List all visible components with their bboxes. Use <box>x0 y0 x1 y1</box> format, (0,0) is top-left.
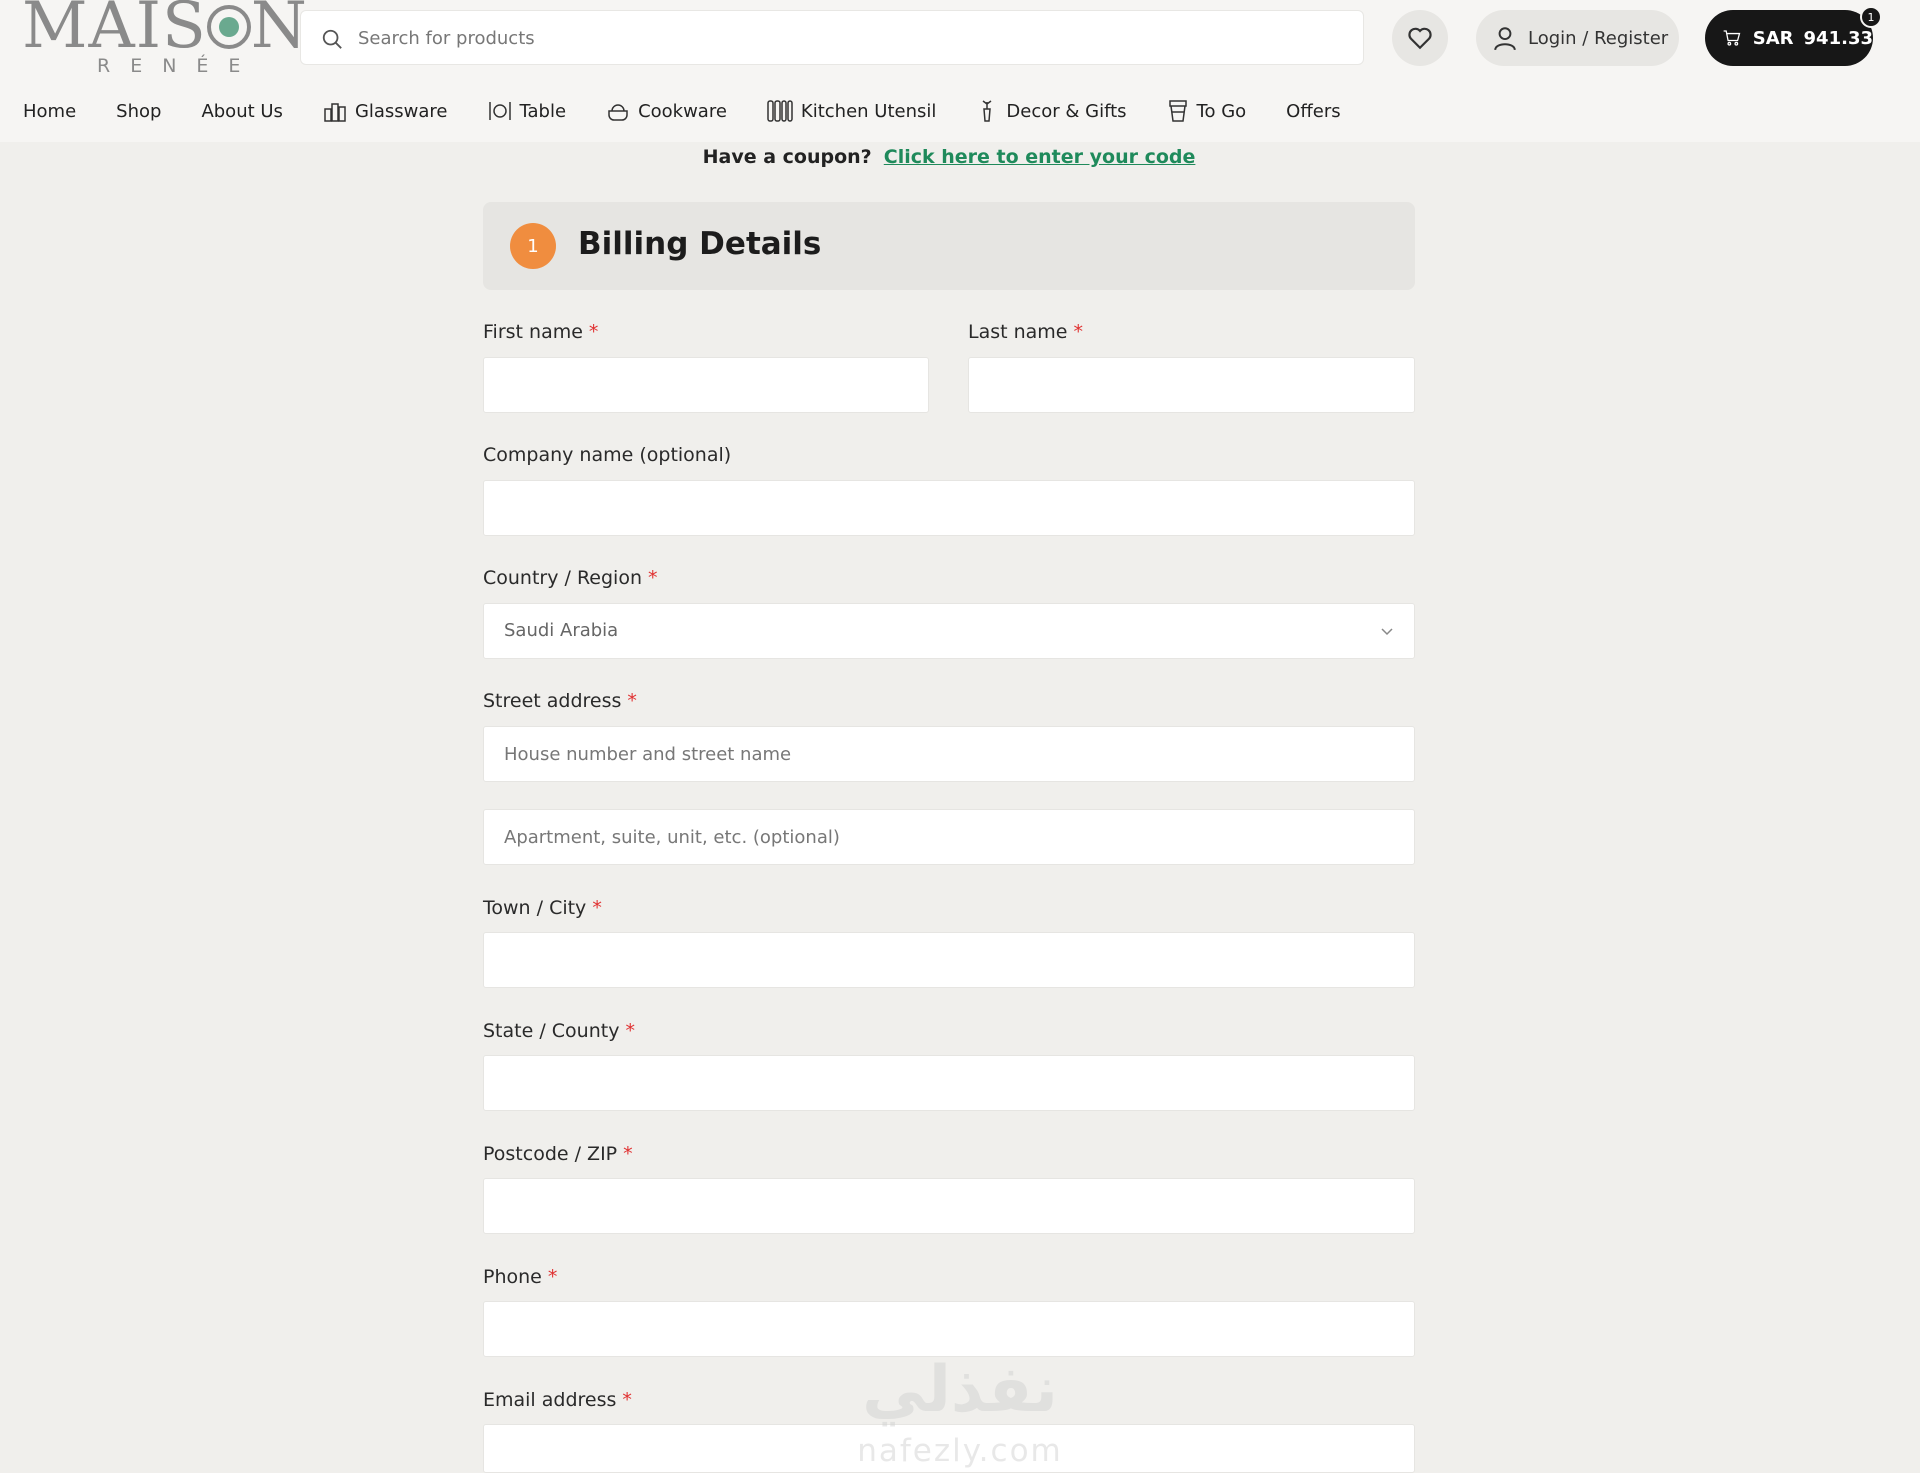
search-input[interactable] <box>356 11 1340 66</box>
apartment-input[interactable] <box>484 810 1414 864</box>
required-marker: * <box>592 897 602 919</box>
state-county-label: State / County * <box>483 1020 635 1042</box>
watermark-arabic: نفذلي <box>862 1353 1058 1427</box>
site-logo[interactable]: MAIS N RENÉE <box>22 0 307 80</box>
last-name-field[interactable] <box>968 357 1415 413</box>
company-name-field[interactable] <box>483 480 1415 536</box>
phone-label: Phone * <box>483 1266 558 1288</box>
state-county-input[interactable] <box>484 1056 1414 1110</box>
phone-input[interactable] <box>484 1302 1414 1356</box>
company-name-label: Company name (optional) <box>483 444 732 466</box>
logo-o-mark <box>206 5 251 49</box>
street-address-2-field[interactable] <box>483 809 1415 865</box>
billing-title: Billing Details <box>578 226 822 262</box>
street-address-field[interactable] <box>483 726 1415 782</box>
coupon-question: Have a coupon? <box>702 146 872 168</box>
postcode-input[interactable] <box>484 1179 1414 1233</box>
required-marker: * <box>622 1389 632 1411</box>
country-region-select[interactable]: Saudi Arabia <box>483 603 1415 659</box>
required-marker: * <box>588 321 599 343</box>
last-name-label: Last name * <box>968 321 1083 343</box>
chevron-down-icon <box>1381 628 1393 636</box>
nav-item-home[interactable]: Home <box>23 101 76 122</box>
heart-icon <box>1408 27 1432 50</box>
nav-item-shop[interactable]: Shop <box>116 101 161 122</box>
enter-coupon-link[interactable]: Click here to enter your code <box>884 146 1196 168</box>
login-register-label: Login / Register <box>1528 27 1669 49</box>
main-nav: Home Shop About Us Glassware Table Cookw… <box>23 96 1381 126</box>
nav-item-about-us[interactable]: About Us <box>201 101 283 122</box>
first-name-label: First name * <box>483 321 599 343</box>
nav-item-decor-gifts[interactable]: Decor & Gifts <box>976 99 1127 123</box>
required-marker: * <box>623 1143 633 1165</box>
first-name-field[interactable] <box>483 357 929 413</box>
company-name-input[interactable] <box>484 481 1414 535</box>
country-region-label: Country / Region * <box>483 567 658 589</box>
table-icon <box>488 102 511 120</box>
to-go-icon <box>1168 100 1187 122</box>
search-box[interactable] <box>300 10 1364 66</box>
utensil-icon <box>767 100 793 122</box>
nav-item-glassware[interactable]: Glassware <box>323 99 448 123</box>
logo-subtitle: RENÉE <box>97 55 261 77</box>
cart-icon <box>1723 30 1741 46</box>
decor-icon <box>982 100 992 122</box>
coupon-notice: Have a coupon? Click here to enter your … <box>0 146 1898 168</box>
town-city-field[interactable] <box>483 932 1415 988</box>
nav-item-cookware[interactable]: Cookware <box>606 99 727 123</box>
nav-item-to-go[interactable]: To Go <box>1167 99 1246 123</box>
cart-total: 941.33 <box>1803 27 1873 49</box>
required-marker: * <box>1073 321 1084 343</box>
postcode-field[interactable] <box>483 1178 1415 1234</box>
last-name-input[interactable] <box>969 358 1414 412</box>
required-marker: * <box>625 1020 635 1042</box>
nav-item-kitchen-utensil[interactable]: Kitchen Utensil <box>767 99 936 123</box>
first-name-input[interactable] <box>484 358 928 412</box>
town-city-input[interactable] <box>484 933 1414 987</box>
email-address-label: Email address * <box>483 1389 632 1411</box>
wishlist-button[interactable] <box>1392 10 1448 66</box>
billing-details-header: 1 Billing Details <box>483 202 1415 290</box>
nafezly-watermark: نفذلي nafezly.com <box>850 1358 1070 1473</box>
watermark-english: nafezly.com <box>857 1433 1063 1469</box>
required-marker: * <box>547 1266 558 1288</box>
required-marker: * <box>648 567 658 589</box>
street-address-label: Street address * <box>483 690 637 712</box>
cart-count-badge: 1 <box>1860 6 1882 28</box>
step-number-badge: 1 <box>510 223 556 269</box>
nav-item-table[interactable]: Table <box>488 99 566 123</box>
cookware-icon <box>608 104 628 121</box>
cart-button[interactable]: SAR 941.33 <box>1705 10 1873 66</box>
logo-wordmark: MAIS N <box>22 0 308 63</box>
street-address-input[interactable] <box>484 727 1414 781</box>
country-selected-value: Saudi Arabia <box>504 620 619 641</box>
login-register-button[interactable]: Login / Register <box>1476 10 1679 66</box>
site-header: MAISN RENÉE Login / Register SAR 941.33 … <box>0 0 1920 142</box>
required-marker: * <box>627 690 637 712</box>
search-icon <box>322 29 342 49</box>
nav-item-offers[interactable]: Offers <box>1286 101 1340 122</box>
state-county-field[interactable] <box>483 1055 1415 1111</box>
postcode-label: Postcode / ZIP * <box>483 1143 633 1165</box>
glassware-icon <box>324 103 346 122</box>
phone-field[interactable] <box>483 1301 1415 1357</box>
cart-currency: SAR <box>1752 27 1794 49</box>
town-city-label: Town / City * <box>483 897 602 919</box>
user-icon <box>1494 27 1516 51</box>
